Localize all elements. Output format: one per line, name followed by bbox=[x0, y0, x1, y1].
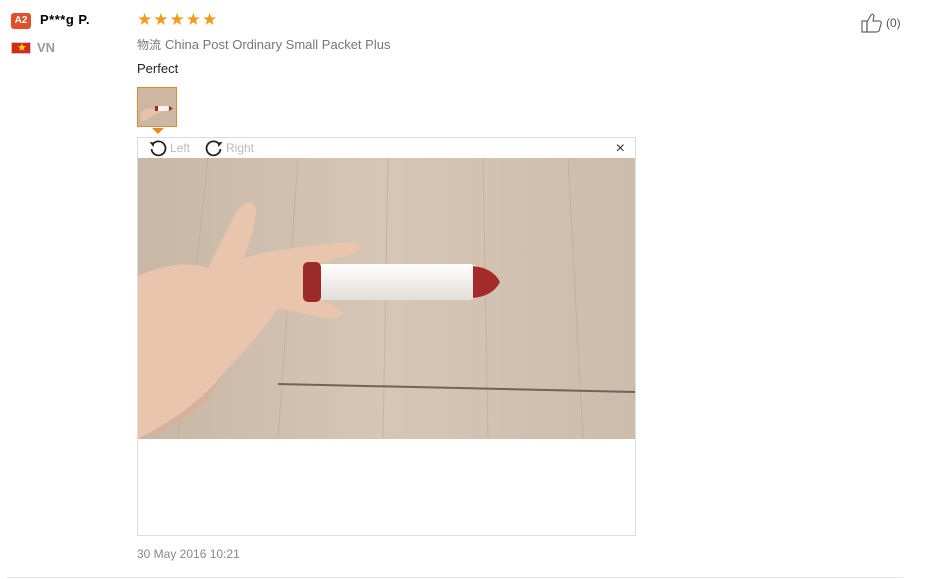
star-icon: ★ bbox=[153, 10, 169, 29]
rotate-left-icon bbox=[149, 140, 167, 157]
vietnam-flag-icon: ★ bbox=[11, 42, 31, 54]
rotate-right-button[interactable]: Right bbox=[204, 138, 254, 158]
shipping-label: 物流 bbox=[137, 38, 162, 52]
close-viewer-button[interactable]: × bbox=[616, 140, 625, 158]
rotate-left-button[interactable]: Left bbox=[148, 138, 190, 158]
star-icon: ★ bbox=[137, 10, 153, 29]
star-icon: ★ bbox=[169, 10, 185, 29]
helpful-count: (0) bbox=[886, 16, 901, 30]
photo-viewer-toolbar: Left Right × bbox=[138, 138, 635, 158]
helpful-button[interactable]: (0) bbox=[861, 13, 901, 33]
star-icon: ★ bbox=[202, 10, 218, 29]
review-divider bbox=[7, 577, 903, 578]
thumbnail-image bbox=[138, 88, 176, 126]
user-level-badge: A2 bbox=[11, 13, 31, 29]
thumbnail-selected-indicator bbox=[152, 128, 164, 134]
rotate-left-label: Left bbox=[170, 141, 191, 155]
shipping-method: China Post Ordinary Small Packet Plus bbox=[165, 37, 391, 52]
review-photo-thumbnail[interactable] bbox=[137, 87, 177, 127]
reviewer-country: VN bbox=[37, 40, 56, 55]
shipping-info: 物流 China Post Ordinary Small Packet Plus bbox=[137, 36, 390, 53]
review-date: 30 May 2016 10:21 bbox=[137, 547, 240, 561]
rotate-right-icon bbox=[205, 140, 223, 157]
thumbs-up-icon bbox=[861, 13, 882, 33]
rotate-right-label: Right bbox=[226, 141, 255, 155]
reviewer-name: P***g P. bbox=[40, 12, 91, 27]
star-icon: ★ bbox=[185, 10, 201, 29]
review-photo bbox=[138, 158, 635, 439]
star-rating: ★ ★ ★ ★ ★ bbox=[137, 10, 217, 30]
review-text: Perfect bbox=[137, 61, 179, 76]
photo-viewer: Left Right × bbox=[137, 137, 636, 536]
